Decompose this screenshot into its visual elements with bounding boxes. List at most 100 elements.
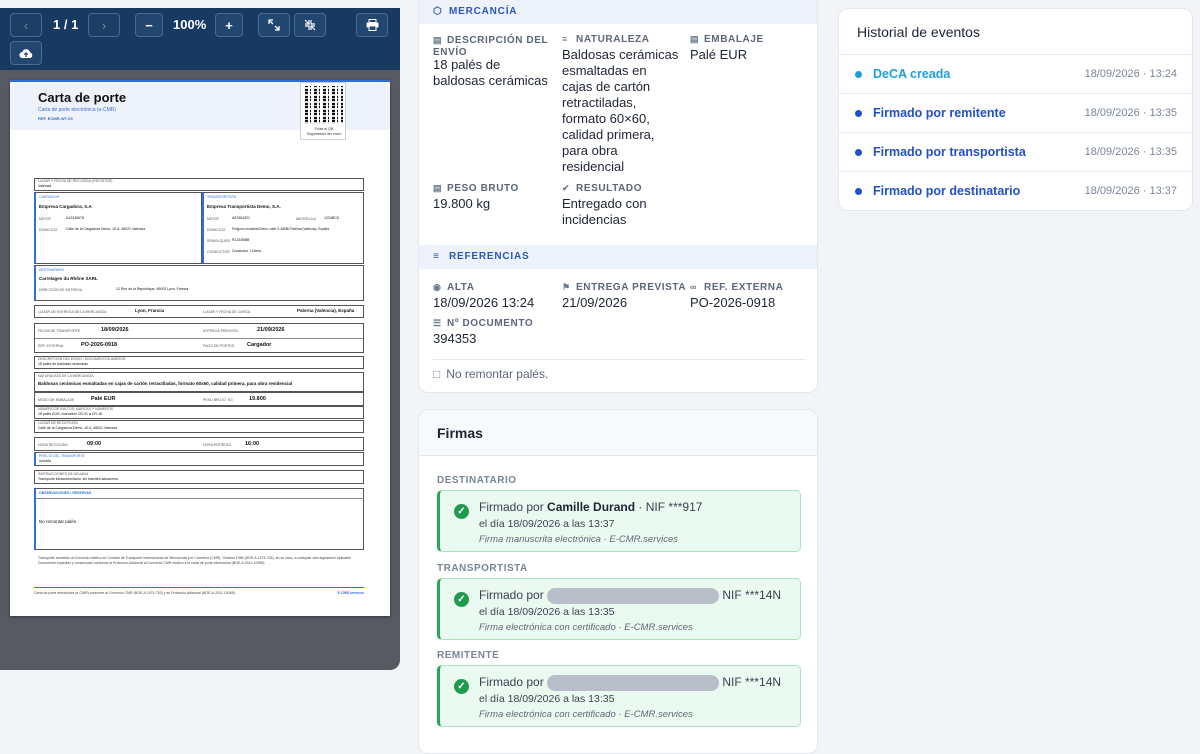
cloud-upload-icon	[19, 48, 33, 58]
field-observaciones: OBSERVACIONES / RESERVAS No remontar pal…	[34, 488, 364, 550]
field-lugares: LUGAR DE ENTREGA DE LA MERCANCÍA Lyon, F…	[34, 305, 364, 318]
history-time: 18/09/2026 · 13:24	[1084, 68, 1177, 80]
legal-text: Transporte sometido al Convenio relativo…	[38, 556, 352, 565]
history-label: DeCA creada	[873, 67, 951, 81]
history-item[interactable]: DeCA creada 18/09/2026 · 13:24	[839, 54, 1193, 93]
field-naturaleza: NATURALEZA DE LA MERCANCÍA Baldosas cerá…	[34, 372, 364, 392]
alta-value: 18/09/2026 13:24	[433, 295, 535, 310]
entrega-value: 21/09/2026	[562, 295, 628, 310]
history-time: 18/09/2026 · 13:37	[1084, 185, 1177, 197]
flag-icon: ⚑	[562, 282, 571, 292]
status-dot	[855, 188, 862, 195]
status-dot	[855, 149, 862, 156]
field-lugar-recepcion: LUGAR DE RECEPCIÓN Calle de la Cargadora…	[34, 420, 364, 433]
firmas-card: Firmas DESTINATARIO ✓ Firmado por Camill…	[418, 409, 818, 754]
history-item[interactable]: Firmado por destinatario 18/09/2026 · 13…	[839, 171, 1193, 210]
firmas-title: Firmas	[437, 425, 483, 441]
history-label: Firmado por destinatario	[873, 184, 1021, 198]
check-icon: ✓	[454, 679, 469, 694]
entrega-label: ⚑ ENTREGA PREVISTA	[562, 282, 687, 293]
viewer-toolbar: ‹ 1 / 1 › − 100% +	[0, 8, 400, 70]
next-page-button[interactable]: ›	[88, 13, 120, 37]
comment-icon: □	[433, 367, 441, 381]
history-label: Firmado por remitente	[873, 106, 1006, 120]
chevron-left-icon: ‹	[23, 17, 29, 33]
zoom-level: 100%	[173, 17, 207, 32]
embalaje-label: ▤ EMBALAJE	[690, 34, 764, 45]
package-icon: ▤	[690, 34, 700, 44]
field-transportista: TRANSPORTISTA Empresa Transportista Demo…	[202, 192, 364, 264]
compress-icon	[304, 19, 316, 31]
signature-destinatario: ✓ Firmado por Camille Durand · NIF ***91…	[437, 490, 801, 552]
target-icon: ◉	[433, 282, 442, 292]
resultado-value: Entregado con incidencias	[562, 196, 647, 227]
history-card: Historial de eventos DeCA creada 18/09/2…	[838, 8, 1193, 211]
link-icon: ∞	[690, 282, 698, 292]
signature-transportista: ✓ Firmado por NIF ***14N el día 18/09/20…	[437, 578, 801, 640]
field-bultos: NÚMERO DE BULTOS, MARCAS Y NÚMEROS 18 pa…	[34, 406, 364, 419]
status-dot	[855, 71, 862, 78]
history-item[interactable]: Firmado por transportista 18/09/2026 · 1…	[839, 132, 1193, 171]
doc-label: ☰ Nº DOCUMENTO	[433, 318, 534, 329]
ref-value: PO-2026-0918	[690, 295, 776, 310]
field-destinatario: DESTINATARIO Carrelages du Rhône SARL DI…	[34, 265, 364, 301]
upload-button[interactable]	[10, 41, 42, 65]
prev-page-button[interactable]: ‹	[10, 13, 42, 37]
alta-label: ◉ ALTA	[433, 282, 475, 293]
resultado-label: ✔ RESULTADO	[562, 183, 643, 194]
sig-role-destinatario: DESTINATARIO	[437, 475, 517, 486]
expand-icon	[268, 19, 280, 31]
field-cargador: CARGADOR Empresa Cargadora, S.A NIF/CIF …	[34, 192, 202, 264]
signature-remitente: ✓ Firmado por NIF ***14N el día 18/09/20…	[437, 665, 801, 727]
history-item[interactable]: Firmado por remitente 18/09/2026 · 13:35	[839, 93, 1193, 132]
page-indicator: 1 / 1	[53, 17, 79, 32]
zoom-in-button[interactable]: +	[215, 13, 243, 37]
sig-role-transportista: TRANSPORTISTA	[437, 563, 528, 574]
desc-value: 18 palés de baldosas cerámicas	[433, 57, 548, 88]
document-footer: Carta de porte electrónica (e-CMR) confo…	[34, 587, 364, 595]
chevron-right-icon: ›	[101, 17, 107, 33]
fit-page-button[interactable]	[294, 13, 326, 37]
print-button[interactable]	[356, 13, 388, 37]
status-dot	[855, 110, 862, 117]
print-icon	[366, 19, 378, 31]
history-time: 18/09/2026 · 13:35	[1084, 146, 1177, 158]
field-descripcion: DESCRIPCIÓN DEL ENVÍO / DOCUMENTOS ANEXO…	[34, 356, 364, 369]
document-page: Carta de porte Carta de porte electrónic…	[10, 80, 390, 616]
field-precio: PRECIO DEL TRANSPORTE Incluido	[34, 452, 364, 466]
layers-icon: ≡	[562, 34, 568, 44]
qr-caption: Pulse el QR Seguimiento del envío	[306, 127, 342, 136]
zoom-out-button[interactable]: −	[135, 13, 163, 37]
qr-code[interactable]: Pulse el QR Seguimiento del envío	[300, 82, 346, 140]
details-card: ⬡ MERCANCÍA ▤ DESCRIPCIÓN DEL ENVÍO 18 pa…	[418, 0, 818, 393]
history-label: Firmado por transportista	[873, 145, 1026, 159]
embalaje-value: Palé EUR	[690, 47, 748, 62]
section-referencias: ≡ REFERENCIAS	[419, 245, 817, 269]
scale-icon: ▤	[433, 183, 443, 193]
field-fechas: FECHA DE TRANSPORTE 18/09/2026 ENTREGA P…	[34, 323, 364, 353]
redacted-name	[547, 588, 720, 604]
list-icon: ☰	[433, 318, 442, 328]
naturaleza-label: ≡ NATURALEZA	[562, 34, 650, 45]
peso-value: 19.800 kg	[433, 196, 491, 211]
check-circle-icon: ✔	[562, 183, 571, 193]
signer-name: Camille Durand	[547, 500, 636, 514]
history-title: Historial de eventos	[857, 24, 980, 40]
document-ref: REF. ECMR-WT-03	[38, 116, 73, 121]
document-title: Carta de porte	[38, 90, 127, 105]
peso-label: ▤ PESO BRUTO	[433, 183, 519, 194]
field-embalaje: MODO DE EMBALAJE Palé EUR PESO BRUTO, KG…	[34, 392, 364, 406]
sig-role-remitente: REMITENTE	[437, 650, 500, 661]
document-icon: ▤	[433, 35, 443, 45]
desc-label: ▤ DESCRIPCIÓN DEL ENVÍO	[433, 35, 549, 58]
field-lugar-recogida: LUGAR Y FECHA DE RECOGIDA (REGISTER) Val…	[34, 178, 364, 191]
layers-icon: ≡	[433, 251, 440, 262]
fullscreen-button[interactable]	[258, 13, 290, 37]
check-icon: ✓	[454, 592, 469, 607]
doc-value: 394353	[433, 331, 477, 346]
field-instrucciones: INSTRUCCIONES DE ADUANA Transporte intra…	[34, 470, 364, 484]
document-subtitle: Carta de porte electrónica (e-CMR)	[38, 107, 117, 113]
note: □ No remontar palés.	[433, 367, 549, 381]
pdf-viewer: ‹ 1 / 1 › − 100% + Carta de porte Carta …	[0, 8, 400, 670]
ref-label: ∞ REF. EXTERNA	[690, 282, 784, 293]
